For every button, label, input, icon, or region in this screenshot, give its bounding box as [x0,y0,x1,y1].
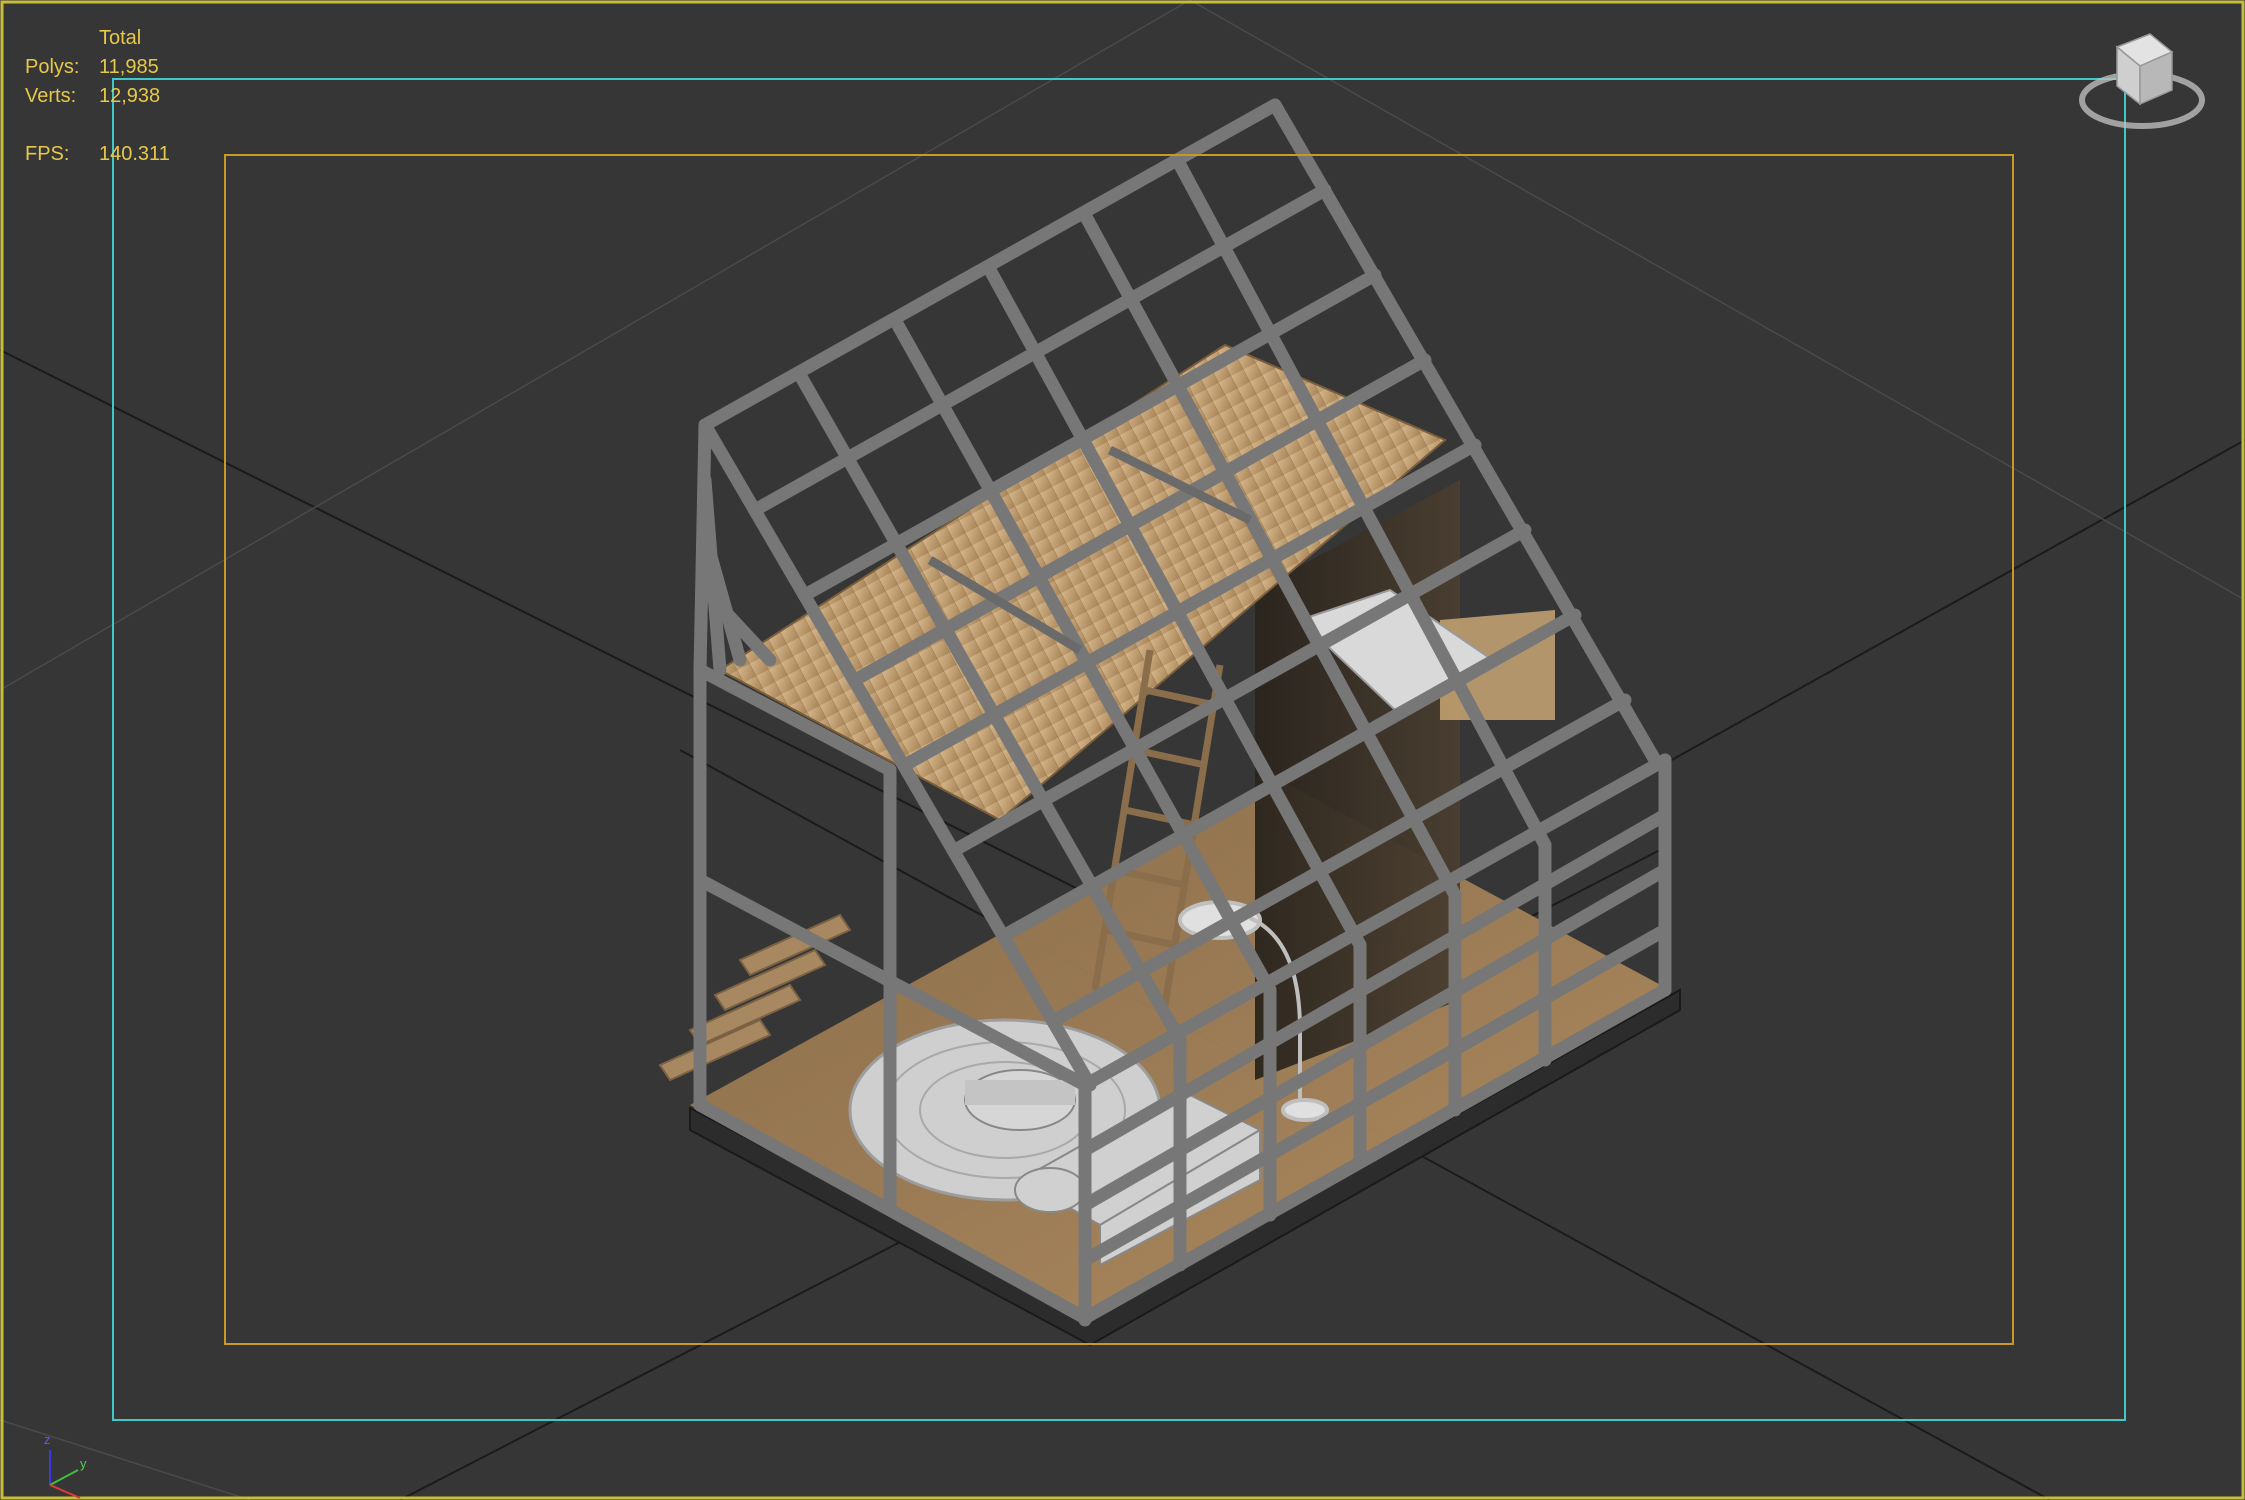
svg-text:y: y [80,1456,87,1471]
scene-canvas[interactable] [0,0,2245,1500]
fps-value: 140.311 [99,143,170,165]
verts-value: 12,938 [99,85,161,107]
axis-tripod-icon: z y [30,1420,110,1500]
stats-header: Total [99,27,142,49]
fps-label: FPS: [25,143,70,165]
verts-label: Verts: [25,85,77,107]
viewcube-icon[interactable] [2072,22,2212,142]
cabin-model[interactable] [658,98,1681,1347]
svg-text:z: z [44,1432,51,1447]
perspective-viewport[interactable]: Total Polys: 11,985 Verts: 12,938 FPS: 1… [0,0,2245,1500]
polys-label: Polys: [25,56,80,78]
polys-value: 11,985 [99,56,159,78]
